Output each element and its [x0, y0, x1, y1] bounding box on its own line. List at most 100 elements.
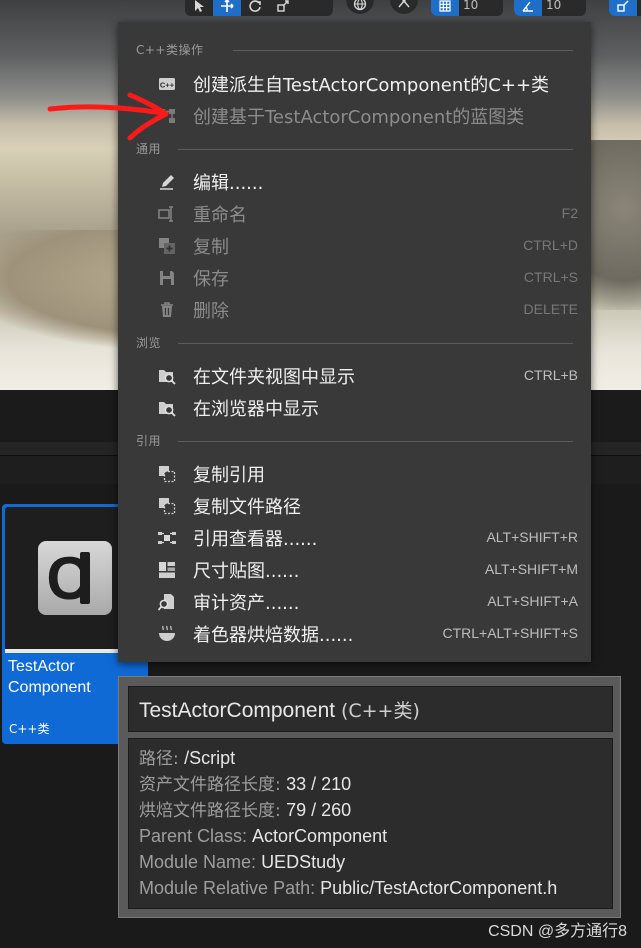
tooltip-header: TestActorComponent (C++类): [128, 686, 613, 732]
tooltip-value: UEDStudy: [261, 852, 346, 872]
menu-item-shortcut: CTRL+S: [523, 269, 578, 285]
menu-item-shortcut: CTRL+ALT+SHIFT+S: [442, 625, 578, 641]
tooltip-key: Parent Class:: [139, 826, 253, 846]
menu-item-label: 创建基于TestActorComponent的蓝图类: [193, 107, 525, 128]
duplicate-icon: [158, 237, 176, 255]
audit-search-icon: [158, 593, 176, 611]
tooltip-asset-type: (C++类): [340, 700, 420, 722]
transform-tools: [185, 0, 333, 16]
menu-item-rename[interactable]: 重命名 F2: [118, 197, 591, 229]
section-title-browse: 浏览: [136, 336, 162, 350]
move-tool-button[interactable]: [213, 0, 241, 16]
cpp-class-glyph: C: [46, 544, 90, 612]
tooltip-key: 烘焙文件路径长度:: [139, 801, 287, 821]
menu-item-label: 复制引用: [193, 465, 265, 486]
save-icon: [158, 269, 176, 287]
menu-item-shortcut: F2: [561, 205, 578, 221]
tooltip-row-module-relative-path: Module Relative Path: Public/TestActorCo…: [139, 877, 557, 899]
menu-item-label: 着色器烘焙数据......: [193, 625, 354, 646]
menu-item-label: 删除: [193, 301, 229, 322]
asset-tooltip: TestActorComponent (C++类) 路径: /Script 资产…: [118, 676, 621, 918]
section-general: 通用: [118, 138, 591, 158]
tooltip-row-parent-class: Parent Class: ActorComponent: [139, 825, 387, 847]
menu-item-audit-assets[interactable]: 审计资产...... ALT+SHIFT+A: [118, 585, 591, 617]
shader-cook-icon: [158, 625, 176, 643]
menu-item-label: 审计资产......: [193, 593, 300, 614]
watermark: CSDN @多方通行8: [488, 923, 627, 940]
tooltip-details: 路径: /Script 资产文件路径长度: 33 / 210 烘焙文件路径长度:…: [128, 738, 613, 909]
scale-icon: [277, 0, 289, 12]
surface-snap-button[interactable]: [390, 0, 418, 14]
tooltip-key: 资产文件路径长度:: [139, 775, 287, 795]
menu-item-create-derived-cpp[interactable]: C++ 创建派生自TestActorComponent的C++类: [118, 67, 591, 99]
scale-snap-button[interactable]: [609, 0, 637, 16]
tooltip-value: 33 / 210: [286, 774, 352, 794]
angle-icon: [522, 1, 533, 12]
menu-item-duplicate[interactable]: 复制 CTRL+D: [118, 229, 591, 261]
menu-item-label: 尺寸贴图......: [193, 561, 300, 582]
select-tool-button[interactable]: [185, 0, 213, 16]
menu-item-save[interactable]: 保存 CTRL+S: [118, 261, 591, 293]
menu-item-label: 复制文件路径: [193, 497, 301, 518]
rotate-tool-button[interactable]: [241, 0, 269, 16]
section-title-cpp: C++类操作: [136, 43, 204, 57]
scale-tool-button[interactable]: [269, 0, 297, 16]
rotate-icon: [249, 0, 261, 12]
tooltip-asset-name: TestActorComponent: [139, 699, 336, 722]
copy-reference-icon: [158, 465, 176, 483]
menu-item-show-in-folder-view[interactable]: 在文件夹视图中显示 CTRL+B: [118, 359, 591, 391]
menu-item-show-in-explorer[interactable]: 在浏览器中显示: [118, 391, 591, 423]
scale-snap-group: [609, 0, 641, 16]
viewport-toolbar: 10 10: [0, 0, 641, 16]
asset-context-menu: C++类操作 C++ 创建派生自TestActorComponent的C++类 …: [118, 22, 591, 662]
menu-item-copy-reference[interactable]: 复制引用: [118, 457, 591, 489]
tooltip-value: /Script: [184, 748, 236, 768]
menu-item-copy-file-path[interactable]: 复制文件路径: [118, 489, 591, 521]
angle-snap-button[interactable]: [514, 0, 542, 16]
rename-icon: [158, 205, 176, 223]
section-divider: [178, 149, 573, 150]
tooltip-key: 路径:: [139, 749, 185, 769]
section-reference: 引用: [118, 430, 591, 450]
tooltip-value: Public/TestActorComponent.h: [320, 878, 558, 898]
tooltip-row-asset-path-length: 资产文件路径长度: 33 / 210: [139, 773, 351, 796]
grid-snap-group: 10: [431, 0, 503, 16]
section-divider: [233, 50, 573, 51]
menu-item-shortcut: CTRL+D: [523, 237, 578, 253]
menu-item-label: 创建派生自TestActorComponent的C++类: [193, 75, 550, 96]
globe-icon: [353, 0, 367, 11]
menu-item-delete[interactable]: 删除 DELETE: [118, 293, 591, 325]
surface-snap-icon: [398, 0, 410, 8]
menu-item-shortcut: DELETE: [523, 301, 578, 317]
move-icon: [221, 0, 234, 12]
world-space-button[interactable]: [346, 0, 374, 14]
grid-snap-value[interactable]: 10: [459, 0, 486, 16]
section-divider: [178, 441, 573, 442]
menu-item-create-blueprint[interactable]: 创建基于TestActorComponent的蓝图类: [118, 99, 591, 131]
asset-type-label: C++类: [9, 722, 50, 736]
section-browse: 浏览: [118, 332, 591, 352]
menu-item-shader-cook-data[interactable]: 着色器烘焙数据...... CTRL+ALT+SHIFT+S: [118, 617, 591, 649]
menu-item-label: 保存: [193, 269, 229, 290]
menu-item-shortcut: ALT+SHIFT+M: [484, 561, 578, 577]
section-title-reference: 引用: [136, 434, 162, 448]
annotation-arrow: [47, 92, 169, 141]
cursor-icon: [195, 0, 204, 12]
grid-snap-button[interactable]: [431, 0, 459, 16]
menu-item-size-map[interactable]: 尺寸贴图...... ALT+SHIFT+M: [118, 553, 591, 585]
menu-item-edit[interactable]: 编辑......: [118, 165, 591, 197]
cpp-class-icon: C: [38, 541, 112, 615]
trash-icon: [158, 301, 176, 319]
tooltip-key: Module Name:: [139, 852, 262, 872]
reference-viewer-icon: [158, 529, 176, 547]
size-map-icon: [158, 561, 176, 579]
folder-search-icon: [158, 367, 176, 385]
pencil-icon: [158, 173, 176, 191]
tooltip-title: TestActorComponent (C++类): [139, 696, 420, 723]
tooltip-value: 79 / 260: [286, 800, 352, 820]
angle-snap-value[interactable]: 10: [542, 0, 569, 16]
folder-search-icon: [158, 399, 176, 417]
tooltip-key: Module Relative Path:: [139, 878, 321, 898]
menu-item-reference-viewer[interactable]: 引用查看器...... ALT+SHIFT+R: [118, 521, 591, 553]
menu-item-shortcut: CTRL+B: [523, 367, 578, 383]
